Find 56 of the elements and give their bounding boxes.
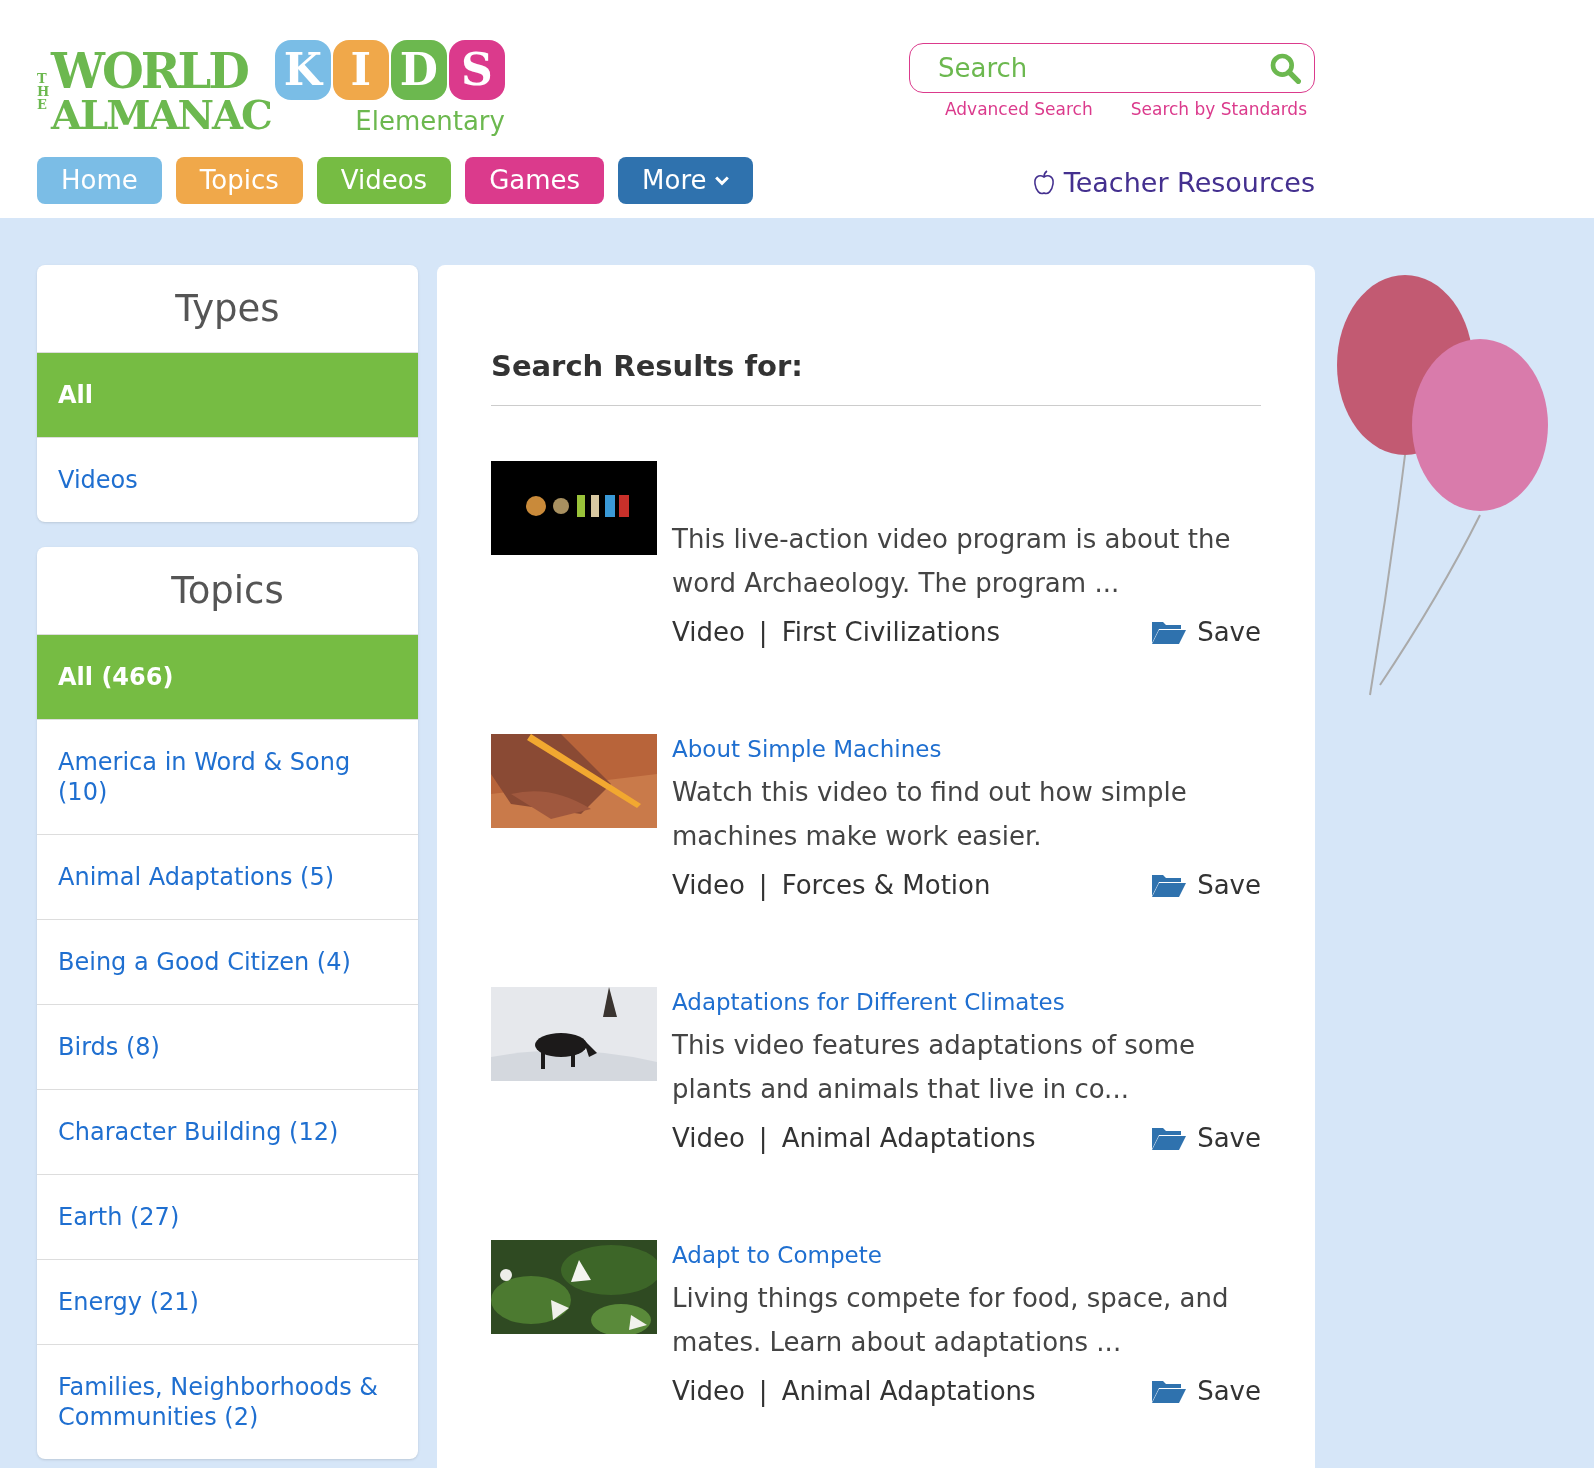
filter-item[interactable]: Energy (21) [37, 1259, 418, 1344]
folder-icon [1151, 872, 1188, 898]
logo-text: ALMANAC [51, 95, 271, 135]
save-button[interactable]: Save [1151, 865, 1261, 905]
logo-subtitle: Elementary [355, 105, 505, 138]
apple-icon [1031, 168, 1056, 197]
filter-item[interactable]: Families, Neighborhoods & Communities (2) [37, 1344, 418, 1459]
filter-item[interactable]: Character Building (12) [37, 1089, 418, 1174]
nav-button[interactable]: More [618, 157, 753, 204]
filter-item[interactable]: America in Word & Song (10) [37, 719, 418, 834]
teacher-resources-link[interactable]: Teacher Resources [1031, 162, 1315, 203]
folder-icon [1151, 619, 1188, 645]
separator: | [758, 868, 768, 903]
separator: | [758, 615, 768, 650]
panel-title: Types [175, 285, 280, 332]
result-type: Video [672, 868, 745, 902]
search-link[interactable]: Advanced Search [944, 97, 1093, 123]
result-title[interactable]: Adapt to Compete [672, 1239, 1261, 1270]
result-description: This live-action video program is about the word Archaeology. The program ... [672, 522, 1232, 600]
filter-item[interactable]: Being a Good Citizen (4) [37, 919, 418, 1004]
filter-item[interactable]: Earth (27) [37, 1174, 418, 1259]
panel-title: Topics [171, 567, 284, 614]
result-title[interactable]: Adaptations for Different Climates [672, 986, 1261, 1017]
logo-letter: S [448, 40, 505, 100]
result-description: Living things compete for food, space, and mates. Learn about adaptations ... [672, 1281, 1230, 1359]
filter-item[interactable]: Birds (8) [37, 1004, 418, 1089]
logo-letter: I [332, 40, 389, 100]
separator: | [758, 1121, 768, 1156]
result-description: Watch this video to find out how simple machines make work easier. [672, 775, 1188, 853]
save-button[interactable]: Save [1151, 612, 1261, 652]
result-type: Video [672, 615, 745, 649]
folder-icon [1151, 1378, 1188, 1404]
result-type: Video [672, 1374, 745, 1408]
save-button[interactable]: Save [1151, 1118, 1261, 1158]
filter-item[interactable]: Videos [37, 437, 418, 522]
chevron-icon [714, 175, 729, 186]
save-button[interactable]: Save [1151, 1371, 1261, 1411]
result-topic: Animal Adaptations [781, 1121, 1036, 1155]
folder-icon [1151, 1125, 1188, 1151]
separator: | [758, 1374, 768, 1409]
nav-button[interactable]: Games [465, 157, 605, 204]
search-link[interactable]: Search by Standards [1130, 97, 1307, 123]
result-type: Video [672, 1121, 745, 1155]
logo-letter: D [390, 40, 447, 100]
result-topic: Forces & Motion [781, 868, 991, 902]
logo-text: THE [37, 71, 50, 111]
results-heading: Search Results for: [491, 345, 1261, 406]
result-topic: First Civilizations [781, 615, 1000, 649]
result-description: This video features adaptations of some plants and animals that live in co... [672, 1028, 1197, 1106]
logo-letter: K [274, 40, 331, 100]
result-title[interactable]: About Simple Machines [672, 733, 1261, 764]
search-icon[interactable] [1269, 52, 1301, 84]
filter-item[interactable]: Animal Adaptations (5) [37, 834, 418, 919]
search-field[interactable]: Search [909, 43, 1315, 93]
result-topic: Animal Adaptations [781, 1374, 1036, 1408]
logo-text: WORLD [51, 47, 249, 95]
